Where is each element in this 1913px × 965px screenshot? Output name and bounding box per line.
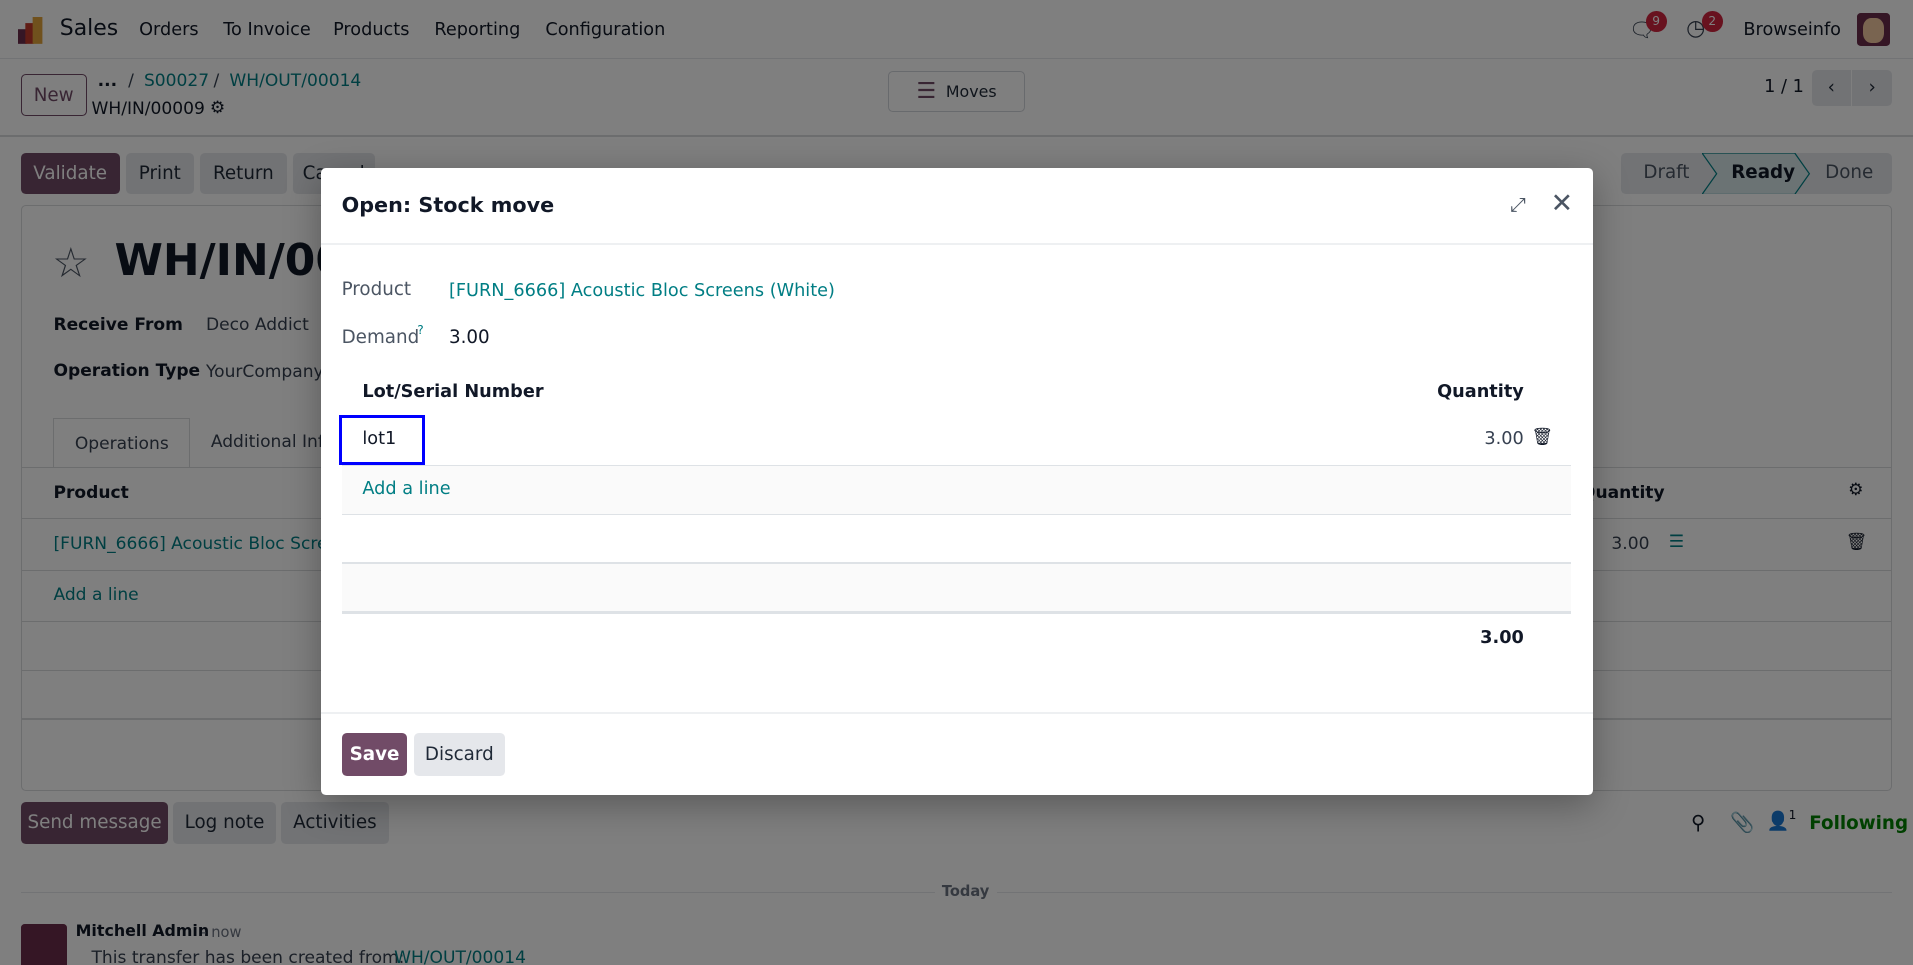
discard-button[interactable]: Discard <box>413 733 506 776</box>
demand-help-icon[interactable]: ? <box>417 323 423 337</box>
lot-value[interactable]: lot1 <box>362 429 396 449</box>
dialog-title: Open: Stock move <box>341 192 555 217</box>
close-icon[interactable]: ✕ <box>1551 188 1573 219</box>
dialog-footer-divider <box>320 712 1594 714</box>
product-label: Product <box>341 279 412 301</box>
total-quantity: 3.00 <box>1480 628 1524 649</box>
product-value[interactable]: [FURN_6666] Acoustic Bloc Screens (White… <box>449 281 835 301</box>
empty-row <box>341 563 1572 612</box>
divider <box>341 611 1572 614</box>
col-quantity[interactable]: Quantity <box>1437 382 1524 402</box>
divider <box>341 513 1572 515</box>
add-line-row <box>341 466 1572 514</box>
col-lot-serial[interactable]: Lot/Serial Number <box>362 382 543 402</box>
demand-value: 3.00 <box>448 326 490 348</box>
lot-quantity[interactable]: 3.00 <box>1484 429 1523 449</box>
expand-icon[interactable]: ⤢ <box>1510 193 1526 216</box>
lot-row[interactable]: lot1 3.00 🗑 <box>339 414 1572 465</box>
delete-lot-icon[interactable]: 🗑 <box>1531 427 1553 447</box>
dialog-header-divider <box>320 242 1594 246</box>
stock-move-dialog: Open: Stock move ⤢ ✕ Product [FURN_6666]… <box>320 168 1594 796</box>
add-line-link[interactable]: Add a line <box>362 479 450 499</box>
save-button[interactable]: Save <box>341 733 408 776</box>
demand-label: Demand <box>341 326 420 348</box>
